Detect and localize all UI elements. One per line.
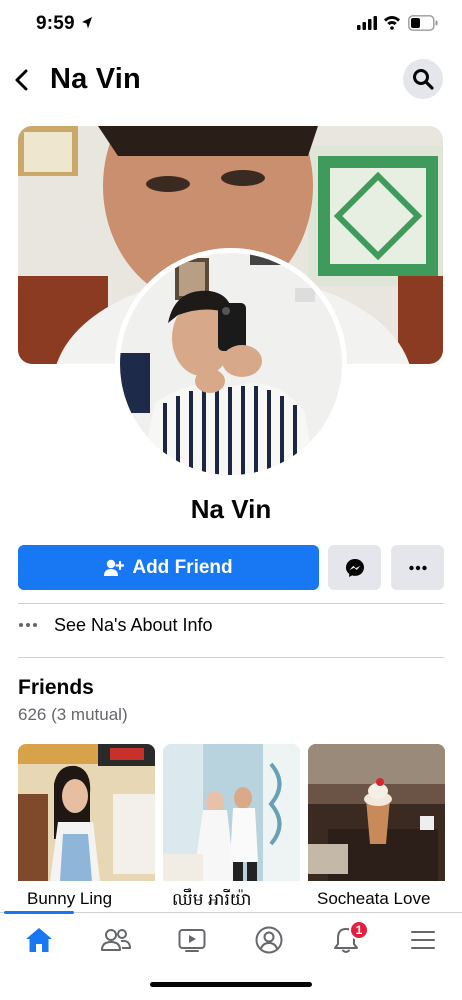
friends-count: 626 (3 mutual) xyxy=(18,705,128,724)
friend-name: Bunny Ling xyxy=(27,889,113,908)
home-indicator xyxy=(150,982,312,987)
chevron-left-icon xyxy=(15,69,28,91)
more-horizontal-icon xyxy=(19,623,37,627)
search-icon xyxy=(413,69,434,90)
battery-icon xyxy=(408,15,438,31)
profile-actions: Add Friend xyxy=(18,545,444,590)
add-friend-button[interactable]: Add Friend xyxy=(18,545,319,590)
friend-photo xyxy=(163,744,300,881)
signal-icon xyxy=(357,16,377,30)
about-info-label: See Na's About Info xyxy=(54,614,213,635)
tab-home[interactable] xyxy=(16,921,62,959)
tab-friends[interactable] xyxy=(93,921,139,959)
status-time: 9:59 xyxy=(36,13,75,34)
friend-photo xyxy=(18,744,155,881)
profile-picture[interactable] xyxy=(115,248,347,480)
notification-badge: 1 xyxy=(349,920,369,940)
location-arrow-icon xyxy=(82,17,92,29)
friend-card[interactable]: Bunny Ling xyxy=(18,744,155,919)
tab-menu[interactable] xyxy=(400,921,446,959)
home-icon xyxy=(26,928,52,952)
menu-icon xyxy=(411,931,435,949)
wifi-icon xyxy=(384,16,400,30)
friend-card[interactable]: Socheata Love xyxy=(308,744,445,919)
friend-card[interactable]: ឈឹម អារីយ៉ា xyxy=(163,744,300,919)
friend-name: Socheata Love xyxy=(317,889,431,908)
friend-name: ឈឹម អារីយ៉ា xyxy=(172,890,252,909)
status-bar: 9:59 xyxy=(0,0,462,50)
page-title: Na Vin xyxy=(50,63,141,95)
more-options-button[interactable] xyxy=(391,545,444,590)
divider xyxy=(18,657,444,658)
message-button[interactable] xyxy=(328,545,381,590)
add-friend-label: Add Friend xyxy=(132,556,233,578)
messenger-icon xyxy=(345,558,364,577)
friend-photo xyxy=(308,744,445,881)
friends-section-title[interactable]: Friends xyxy=(18,676,94,700)
search-button[interactable] xyxy=(403,59,443,99)
divider xyxy=(18,603,444,604)
profile-header: Na Vin xyxy=(0,55,462,105)
person-plus-icon xyxy=(104,559,125,576)
tab-watch[interactable] xyxy=(169,921,215,959)
active-tab-indicator xyxy=(4,911,74,914)
back-button[interactable] xyxy=(8,65,36,95)
watch-icon xyxy=(178,929,206,952)
profile-icon xyxy=(255,926,283,954)
more-horizontal-icon xyxy=(408,565,427,570)
friends-icon xyxy=(101,929,131,951)
tab-profile[interactable] xyxy=(246,921,292,959)
about-info-link[interactable]: See Na's About Info xyxy=(18,608,444,642)
profile-name: Na Vin xyxy=(190,494,272,524)
